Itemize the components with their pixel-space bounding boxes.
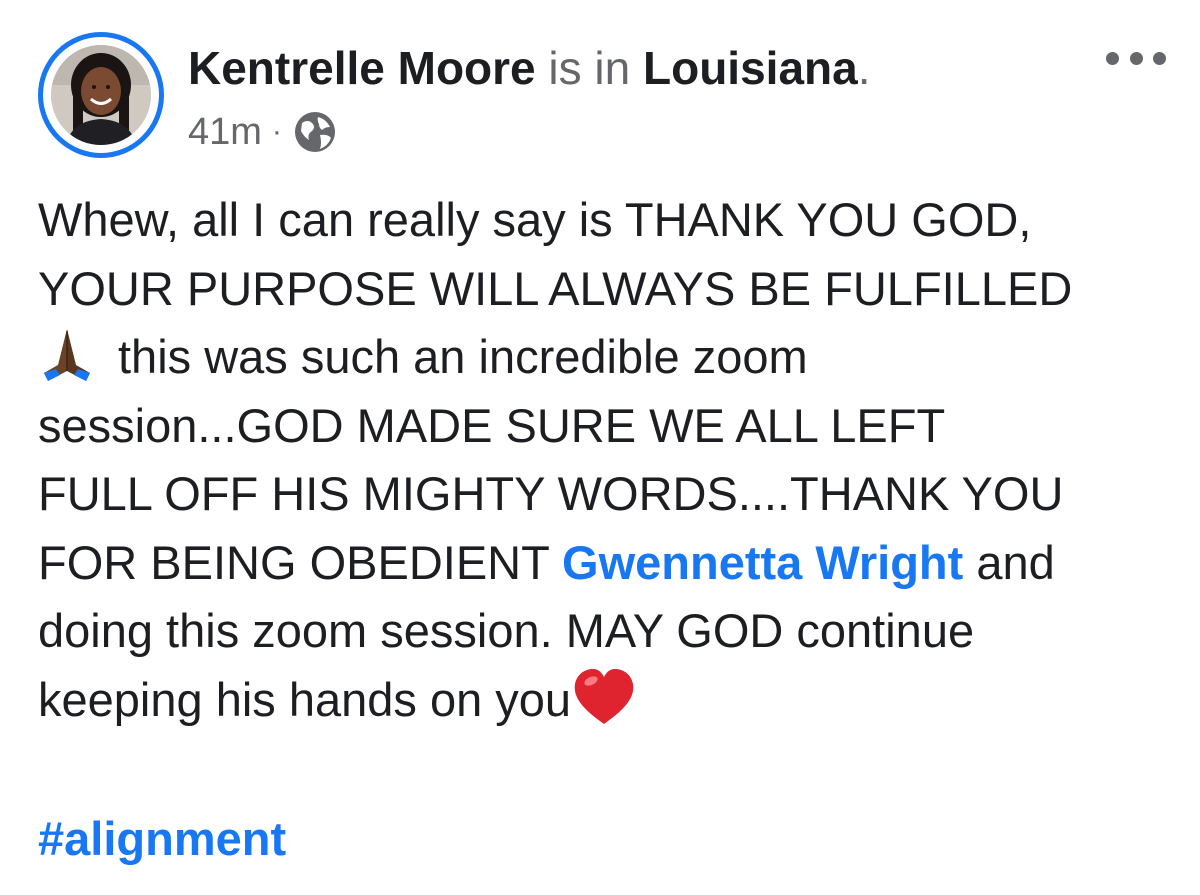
- more-dot: [1153, 51, 1166, 65]
- body-line-text: and: [963, 535, 1055, 589]
- hashtag-link[interactable]: #alignment: [38, 805, 286, 873]
- praying-hands-icon: [38, 325, 96, 383]
- meta-separator: ·: [271, 115, 282, 148]
- body-line: YOUR PURPOSE WILL ALWAYS BE FULFILLED: [38, 261, 1073, 315]
- body-line-text: FOR BEING OBEDIENT: [38, 535, 563, 589]
- body-line: Whew, all I can really say is THANK YOU …: [38, 193, 1032, 246]
- body-line-text: keeping his hands on you: [38, 672, 572, 726]
- post-timestamp[interactable]: 41m: [188, 108, 262, 156]
- body-line: FULL OFF HIS MIGHTY WORDS....THANK YOU: [38, 467, 1064, 520]
- location-name[interactable]: Louisiana: [643, 42, 858, 94]
- more-options-icon[interactable]: [1106, 40, 1166, 76]
- body-line-with-emoji: keeping his hands on you: [38, 666, 1178, 735]
- location-connector: is in: [535, 42, 644, 94]
- post-header-title: Kentrelle Moore is in Louisiana.: [188, 40, 871, 96]
- facebook-post: Kentrelle Moore is in Louisiana. 41m · W…: [0, 0, 1200, 895]
- body-line-text: this was such an incredible zoom: [118, 330, 808, 383]
- post-meta: 41m ·: [188, 108, 338, 156]
- author-name[interactable]: Kentrelle Moore: [188, 42, 536, 94]
- avatar-photo: [51, 45, 151, 145]
- more-dot: [1106, 51, 1119, 65]
- location-period: .: [857, 42, 871, 94]
- post-body: Whew, all I can really say is THANK YOU …: [38, 186, 1178, 734]
- body-line: doing this zoom session. MAY GOD continu…: [38, 604, 975, 657]
- heart-icon: [571, 666, 637, 728]
- globe-icon[interactable]: [292, 109, 338, 155]
- more-dot: [1129, 51, 1143, 65]
- body-line-with-mention: FOR BEING OBEDIENT Gwennetta Wright and: [38, 529, 1178, 598]
- body-line: session...GOD MADE SURE WE ALL LEFT: [38, 398, 946, 452]
- mention-link[interactable]: Gwennetta Wright: [562, 536, 963, 589]
- profile-avatar[interactable]: [38, 32, 164, 158]
- body-line-with-emoji: this was such an incredible zoom: [38, 323, 1178, 392]
